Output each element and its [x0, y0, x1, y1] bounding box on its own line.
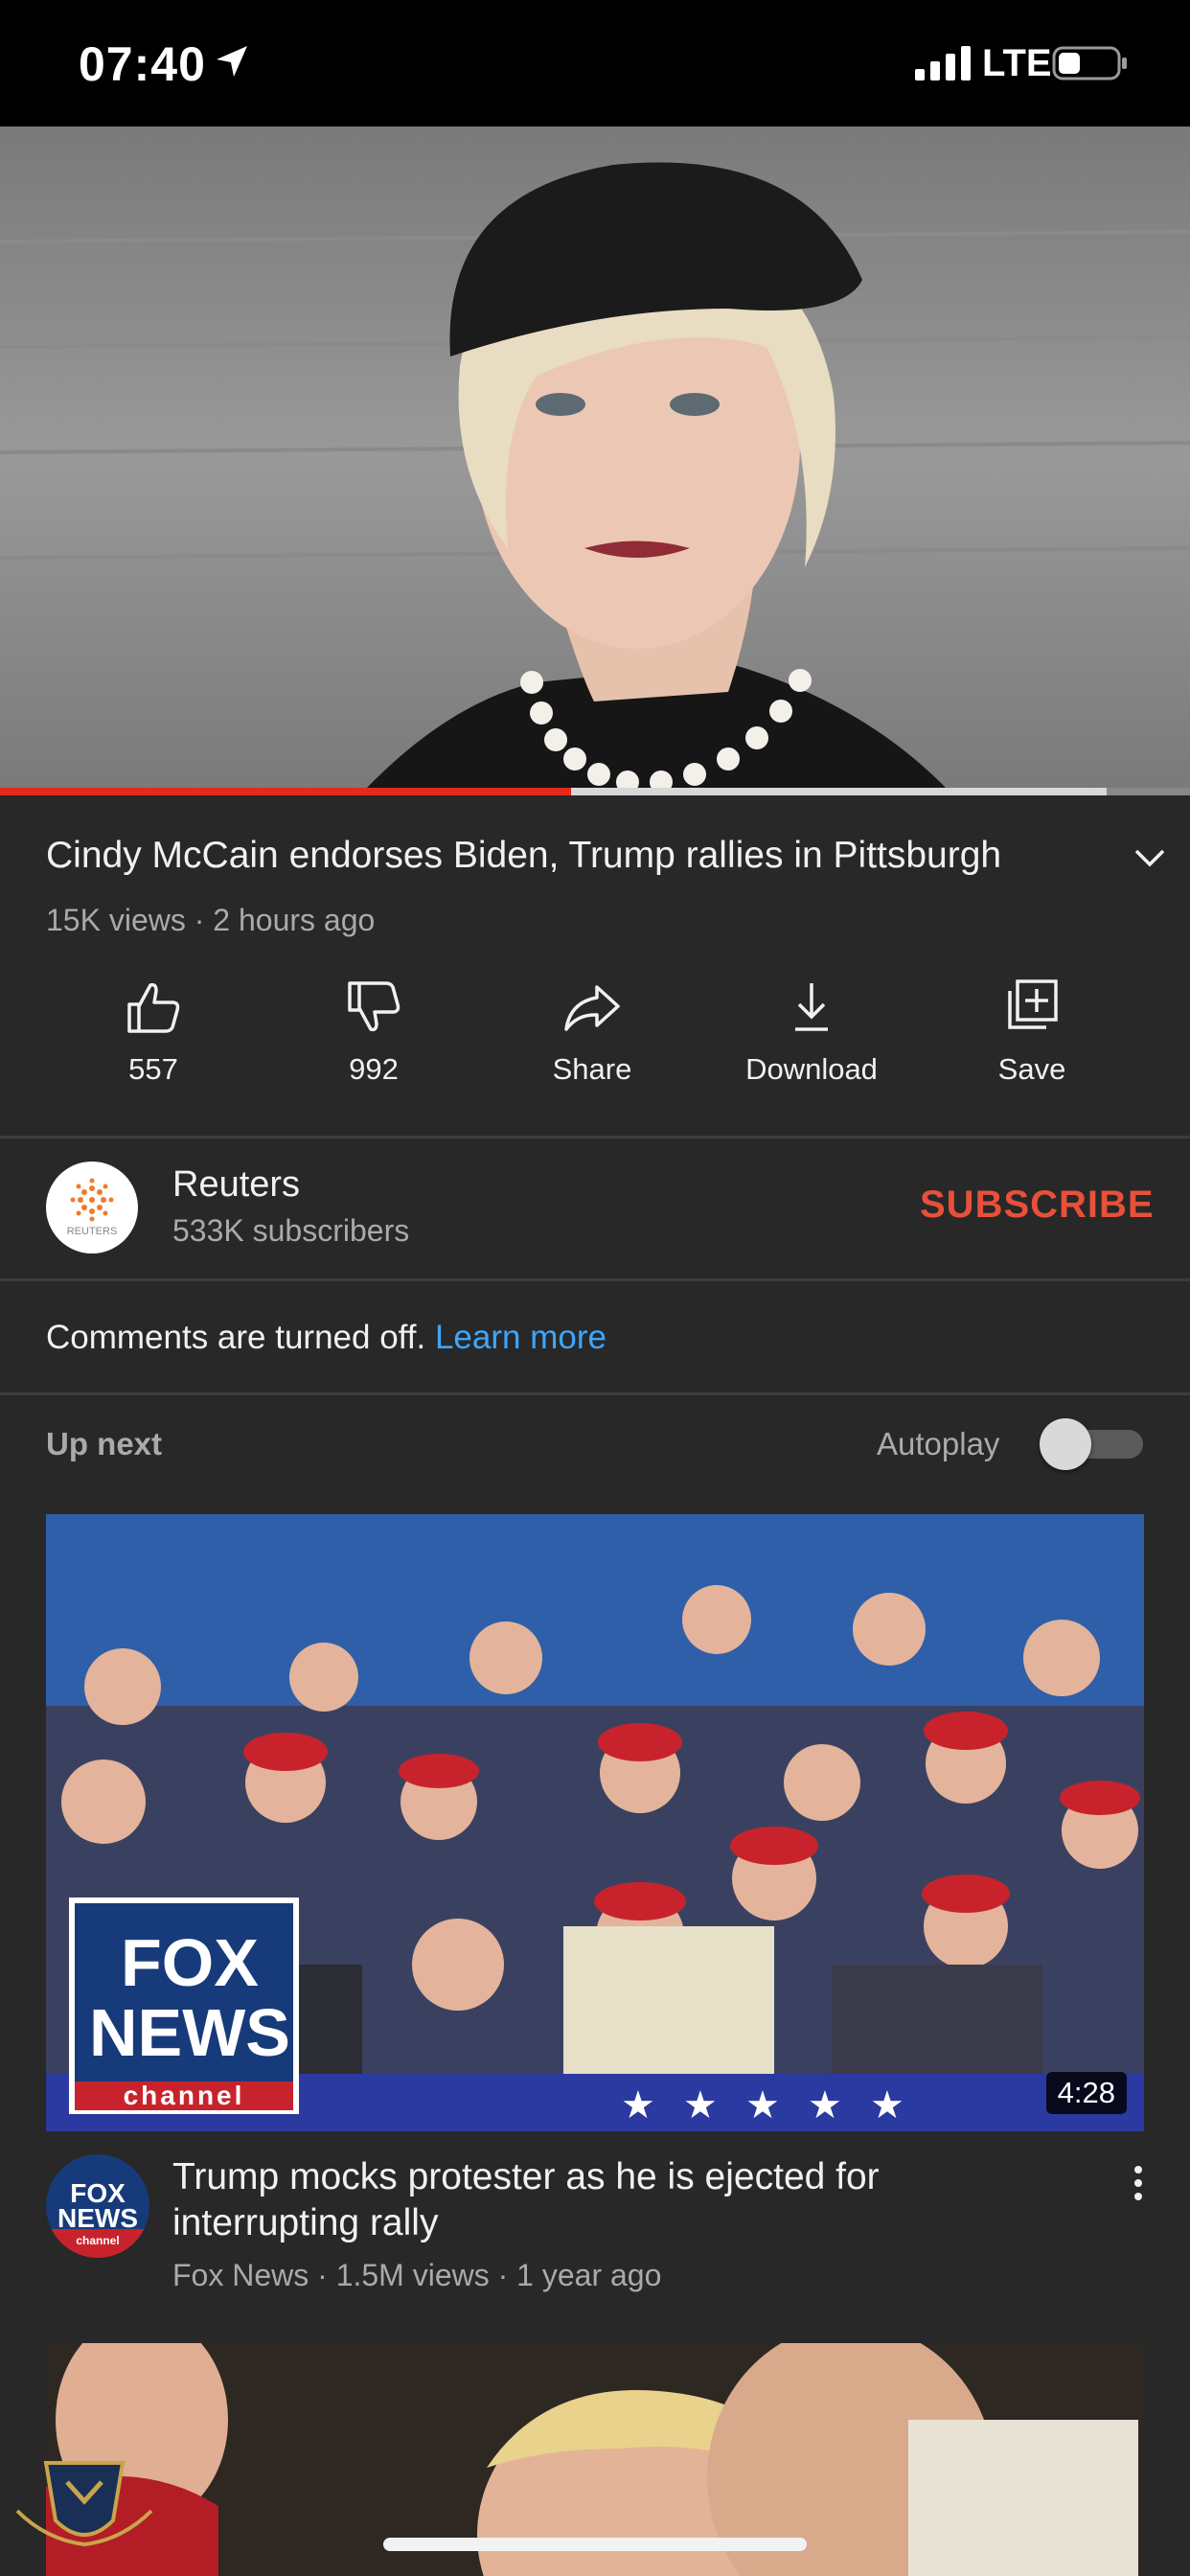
like-button[interactable]: 557: [57, 978, 249, 1102]
progress-played: [0, 788, 572, 795]
divider: [0, 1392, 1190, 1395]
svg-text:channel: channel: [124, 2081, 245, 2110]
divider: [0, 1136, 1190, 1138]
toggle-knob: [1040, 1418, 1091, 1470]
share-label: Share: [552, 1052, 632, 1086]
svg-text:NEWS: NEWS: [89, 1995, 290, 2070]
svg-text:★: ★: [870, 2083, 904, 2128]
share-button[interactable]: Share: [496, 978, 688, 1102]
dislike-button[interactable]: 992: [278, 978, 469, 1102]
up-next-label: Up next: [46, 1426, 163, 1461]
video-frame-image: [0, 126, 1190, 791]
learn-more-link[interactable]: Learn more: [435, 1319, 606, 1356]
svg-text:★: ★: [683, 2083, 718, 2128]
save-button[interactable]: Save: [936, 978, 1128, 1102]
svg-text:NEWS: NEWS: [57, 2203, 138, 2233]
chevron-down-icon[interactable]: [1131, 843, 1169, 872]
recommendation-title[interactable]: Trump mocks protester as he is ejected f…: [172, 2154, 1054, 2246]
divider: [0, 1278, 1190, 1281]
reuters-logo-icon: REUTERS: [67, 1178, 118, 1237]
channel-name[interactable]: Reuters: [172, 1164, 300, 1206]
status-time: 07:40: [79, 37, 206, 91]
svg-text:★: ★: [745, 2083, 780, 2128]
video-player[interactable]: [0, 126, 1190, 791]
channel-avatar[interactable]: FOX NEWS channel: [46, 2154, 149, 2258]
recommendation-thumbnail[interactable]: ★ ★ ★ ★ ★ FOX NEWS channel 4:28: [46, 1514, 1144, 2131]
svg-text:FOX: FOX: [121, 1925, 259, 2000]
svg-text:channel: channel: [76, 2234, 119, 2247]
download-icon: [795, 983, 828, 1031]
forum-watermark-logo: [15, 2461, 153, 2547]
channel-avatar[interactable]: REUTERS: [46, 1162, 138, 1254]
save-label: Save: [997, 1052, 1066, 1086]
thumbs-down-icon: [348, 981, 400, 1032]
download-label: Download: [745, 1052, 878, 1086]
svg-text:★: ★: [808, 2083, 842, 2128]
autoplay-label: Autoplay: [877, 1426, 1000, 1461]
rally-crowd-image: ★ ★ ★ ★ ★ FOX NEWS channel: [46, 1514, 1144, 2131]
video-title[interactable]: Cindy McCain endorses Biden, Trump ralli…: [46, 832, 1081, 880]
svg-text:REUTERS: REUTERS: [67, 1226, 118, 1237]
status-bar: 07:40 LTE: [0, 0, 1190, 126]
network-type: LTE: [982, 42, 1052, 84]
home-indicator[interactable]: [383, 2538, 807, 2551]
battery-icon: [1052, 46, 1127, 80]
share-arrow-icon: [564, 985, 620, 1031]
add-to-playlist-icon: [1008, 979, 1058, 1029]
download-button[interactable]: Download: [716, 978, 907, 1102]
thumbs-up-icon: [127, 982, 180, 1033]
channel-subscribers: 533K subscribers: [172, 1213, 410, 1248]
recommendation-meta: Fox News · 1.5M views · 1 year ago: [172, 2258, 662, 2292]
video-meta: 15K views · 2 hours ago: [46, 903, 376, 937]
svg-text:★: ★: [621, 2083, 655, 2128]
signal-bars-icon: [915, 46, 971, 80]
autoplay-toggle[interactable]: [1040, 1418, 1145, 1470]
dislike-count: 992: [349, 1052, 399, 1086]
video-duration: 4:28: [1045, 2072, 1127, 2114]
progress-buffered: [571, 788, 1108, 795]
comments-status: Comments are turned off. Learn more: [46, 1319, 606, 1357]
action-row: 557 992 Share Download Save: [0, 978, 1190, 1102]
more-vert-icon[interactable]: [1129, 2164, 1148, 2202]
fox-news-logo-icon: FOX NEWS channel: [46, 2154, 149, 2258]
location-arrow-icon: [217, 46, 247, 77]
subscribe-button[interactable]: SUBSCRIBE: [920, 1184, 1155, 1227]
video-progress-bar[interactable]: [0, 788, 1190, 795]
comments-off-text: Comments are turned off.: [46, 1319, 426, 1356]
like-count: 557: [128, 1052, 178, 1086]
